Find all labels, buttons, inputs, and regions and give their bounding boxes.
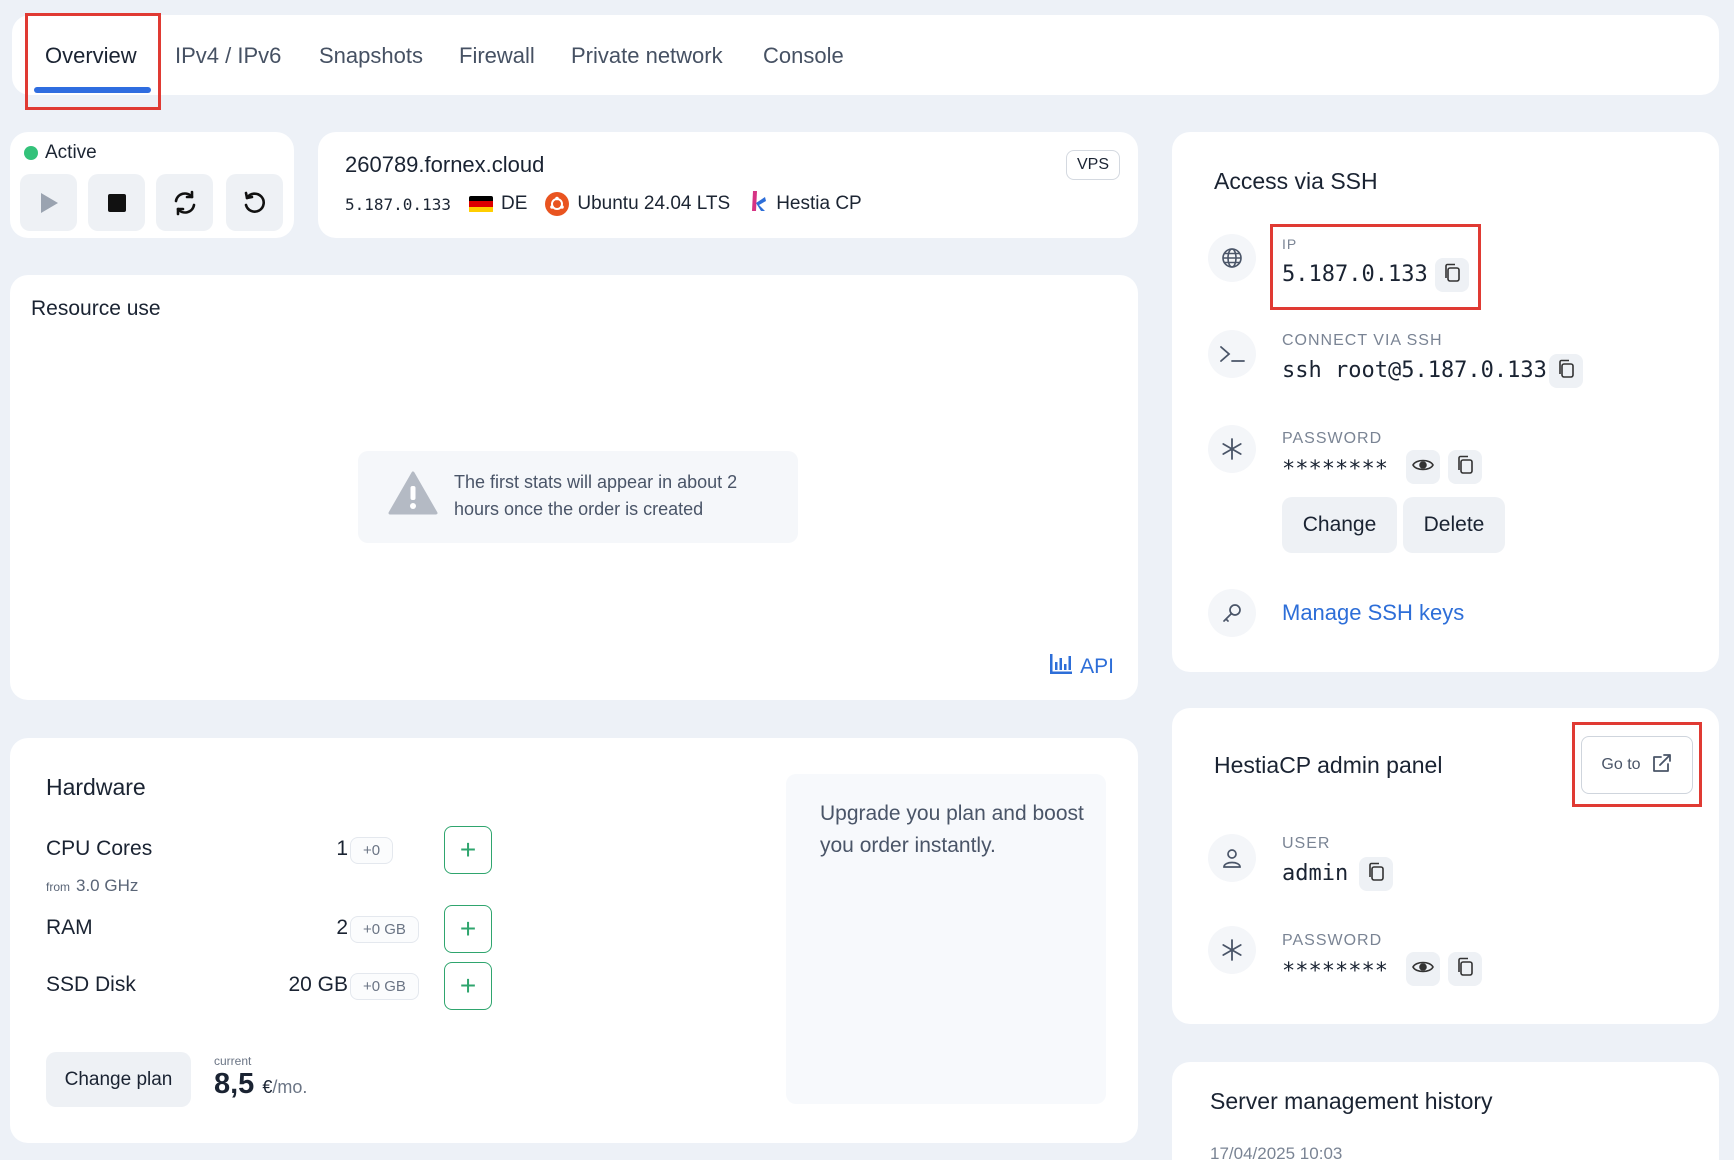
eye-icon xyxy=(1412,457,1434,478)
password-value: ******** xyxy=(1282,457,1388,482)
tab-private-network[interactable]: Private network xyxy=(571,43,723,69)
server-os: Ubuntu 24.04 LTS xyxy=(577,193,731,214)
add-ram-button[interactable]: + xyxy=(444,905,492,953)
connect-value: ssh root@5.187.0.133 xyxy=(1282,358,1547,383)
password-label: PASSWORD xyxy=(1282,430,1383,447)
add-ssd-button[interactable]: + xyxy=(444,962,492,1010)
user-icon xyxy=(1208,834,1256,882)
ssh-title: Access via SSH xyxy=(1214,168,1378,194)
copy-icon xyxy=(1367,862,1385,887)
copy-icon xyxy=(1456,455,1474,480)
cpu-value: 1 xyxy=(336,837,348,860)
add-cpu-button[interactable]: + xyxy=(444,826,492,874)
copy-icon xyxy=(1456,957,1474,982)
status-label: Active xyxy=(45,142,97,163)
cpu-label: CPU Cores xyxy=(46,837,153,860)
copy-hestia-password-button[interactable] xyxy=(1448,952,1482,986)
reboot-button[interactable] xyxy=(156,174,213,231)
server-ip: 5.187.0.133 xyxy=(345,194,451,214)
ram-label: RAM xyxy=(46,916,93,939)
highlight-overview-tab xyxy=(25,13,161,110)
hestia-password-value: ******** xyxy=(1282,959,1388,984)
tab-snapshots[interactable]: Snapshots xyxy=(319,43,423,69)
ssh-access-card: Access via SSH IP 5.187.0.133 CONNECT VI… xyxy=(1172,132,1719,672)
reinstall-button[interactable] xyxy=(226,174,283,231)
server-hostname: 260789.fornex.cloud xyxy=(345,152,545,177)
server-history-card: Server management history 17/04/2025 10:… xyxy=(1172,1062,1719,1160)
manage-ssh-keys-link[interactable]: Manage SSH keys xyxy=(1282,600,1464,626)
api-link[interactable]: API xyxy=(1050,654,1114,680)
status-card: Active xyxy=(10,132,294,238)
cpu-frequency: from 3.0 GHz xyxy=(46,876,139,895)
change-password-button[interactable]: Change xyxy=(1282,497,1397,553)
status-dot xyxy=(24,146,38,160)
tab-ipv4-ipv6[interactable]: IPv4 / IPv6 xyxy=(175,43,281,69)
refresh-icon xyxy=(172,190,198,216)
ssd-label: SSD Disk xyxy=(46,973,136,996)
tab-firewall[interactable]: Firewall xyxy=(459,43,535,69)
connect-label: CONNECT VIA SSH xyxy=(1282,332,1443,349)
server-panel: Hestia CP xyxy=(776,193,862,214)
germany-flag-icon xyxy=(468,195,493,213)
terminal-icon xyxy=(1208,330,1256,378)
stop-button[interactable] xyxy=(88,174,145,231)
api-label: API xyxy=(1080,655,1114,678)
hestia-password-label: PASSWORD xyxy=(1282,932,1383,949)
server-meta: 5.187.0.133 DE Ubuntu 24.04 LTS Hestia C… xyxy=(345,189,862,219)
show-password-button[interactable] xyxy=(1406,450,1440,484)
highlight-goto-button xyxy=(1572,722,1702,807)
ram-delta: +0 GB xyxy=(350,916,419,943)
hardware-card: Hardware CPU Cores from 3.0 GHz 1 +0 + RA… xyxy=(10,738,1138,1143)
copy-password-button[interactable] xyxy=(1448,450,1482,484)
hestia-icon xyxy=(750,189,768,219)
stop-icon xyxy=(107,193,126,212)
undo-icon xyxy=(242,190,268,216)
stats-notice: The first stats will appear in about 2 h… xyxy=(358,451,798,543)
cpu-delta: +0 xyxy=(350,837,394,864)
upgrade-box: Upgrade you plan and boost you order ins… xyxy=(786,774,1106,1104)
delete-password-button[interactable]: Delete xyxy=(1403,497,1505,553)
asterisk-icon xyxy=(1208,425,1256,473)
copy-user-button[interactable] xyxy=(1359,857,1393,891)
ubuntu-icon xyxy=(545,192,570,216)
vps-badge: VPS xyxy=(1065,150,1120,180)
resource-title: Resource use xyxy=(31,297,161,320)
copy-ssh-button[interactable] xyxy=(1549,354,1583,388)
tab-console[interactable]: Console xyxy=(763,43,844,69)
ssd-delta: +0 GB xyxy=(350,973,419,1000)
show-hestia-password-button[interactable] xyxy=(1406,952,1440,986)
warning-icon xyxy=(388,471,438,520)
stats-notice-text: The first stats will appear in about 2 h… xyxy=(454,472,738,519)
ssd-value: 20 GB xyxy=(288,973,348,996)
eye-icon xyxy=(1412,959,1434,980)
start-button[interactable] xyxy=(20,174,77,231)
change-plan-button[interactable]: Change plan xyxy=(46,1052,191,1107)
play-icon xyxy=(39,192,59,214)
price: 8,5 €/mo. xyxy=(214,1068,308,1100)
hestia-user-label: USER xyxy=(1282,835,1331,852)
globe-icon xyxy=(1208,234,1256,282)
upgrade-text: Upgrade you plan and boost you order ins… xyxy=(820,802,1084,857)
asterisk-icon xyxy=(1208,926,1256,974)
key-icon xyxy=(1208,589,1256,637)
history-title: Server management history xyxy=(1210,1088,1493,1114)
hestia-user-value: admin xyxy=(1282,861,1349,886)
history-date: 17/04/2025 10:03 xyxy=(1210,1144,1343,1160)
chart-icon xyxy=(1050,654,1073,680)
ram-value: 2 xyxy=(336,916,348,939)
tab-bar: Overview IPv4 / IPv6 Snapshots Firewall … xyxy=(12,15,1719,95)
price-caption: current xyxy=(214,1054,252,1068)
plus-icon: + xyxy=(459,834,477,865)
server-country: DE xyxy=(500,193,528,214)
plus-icon: + xyxy=(459,970,477,1001)
highlight-ip-field xyxy=(1270,224,1481,310)
resource-use-card: Resource use The first stats will appear… xyxy=(10,275,1138,700)
copy-icon xyxy=(1557,359,1575,384)
hardware-title: Hardware xyxy=(46,774,146,800)
hestia-title: HestiaCP admin panel xyxy=(1214,752,1443,778)
plus-icon: + xyxy=(459,913,477,944)
server-info-card: 260789.fornex.cloud VPS 5.187.0.133 DE U… xyxy=(318,132,1138,238)
